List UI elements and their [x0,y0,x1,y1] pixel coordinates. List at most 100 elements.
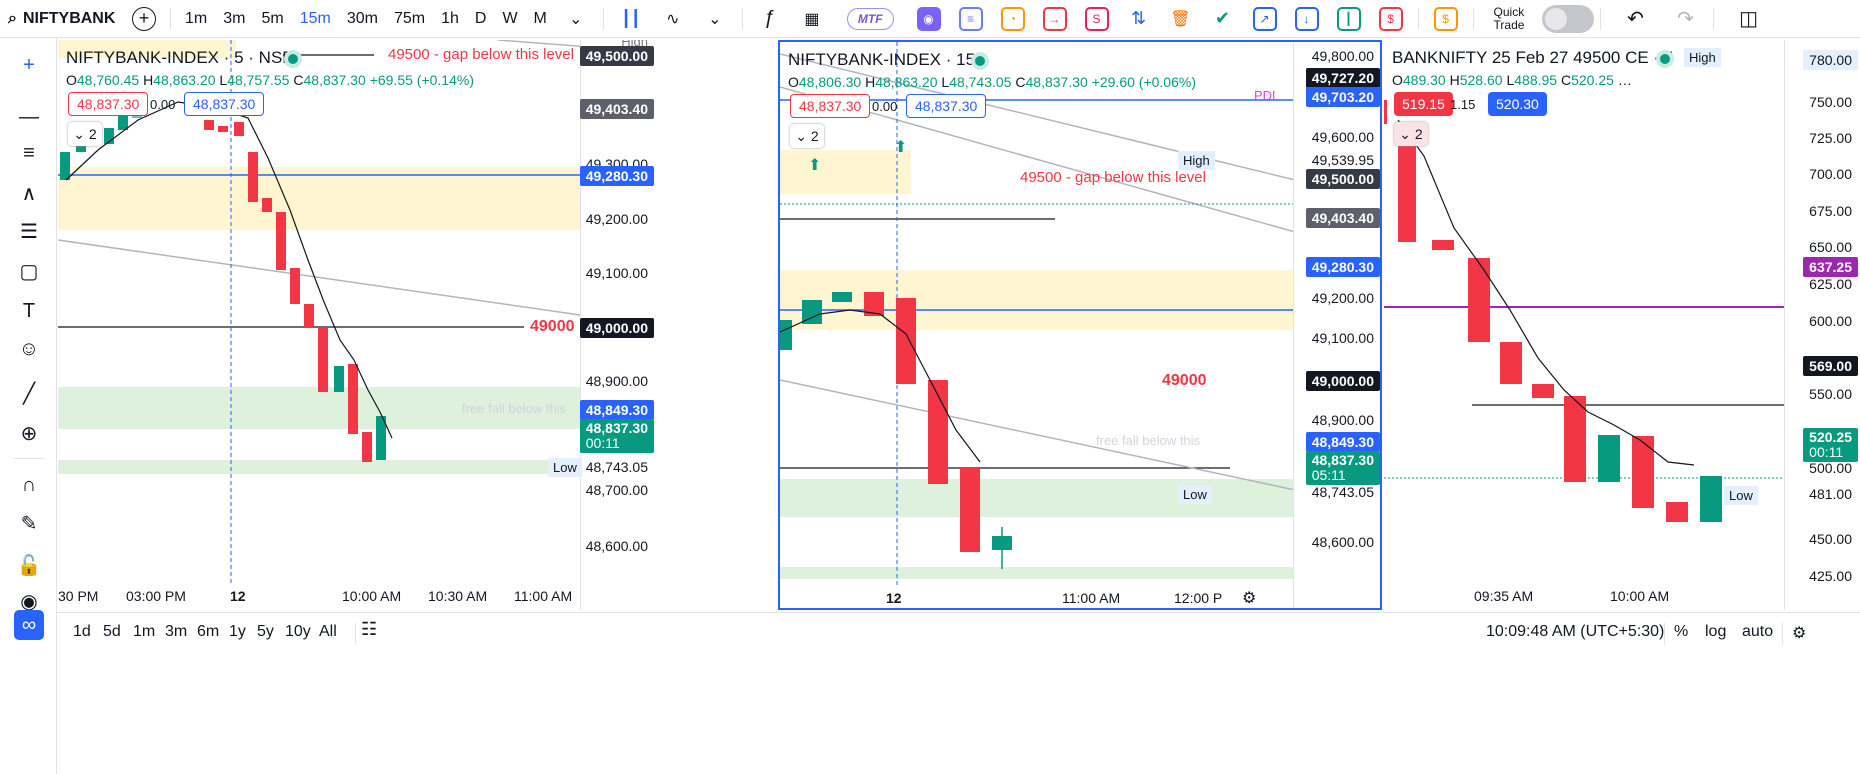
emoji-icon[interactable]: ☺ [14,334,44,364]
sell-button[interactable]: 48,837.30 [790,94,871,118]
magnet-icon[interactable]: ∩ [14,470,44,500]
settings-gear-icon[interactable]: ⚙ [1792,623,1806,643]
chevron-down-icon[interactable]: ⌄ [702,6,728,32]
templates-icon[interactable]: ▦ [799,6,825,32]
chart-pane-right[interactable]: BANKNIFTY 25 Feb 27 49500 CE · 5 High O4… [1384,40,1860,610]
range-6m[interactable]: 6m [197,623,219,641]
tf-m[interactable]: M [526,10,555,28]
legend-title-middle[interactable]: NIFTYBANK-INDEX · 15 [788,50,975,70]
exit-icon[interactable]: → [1042,6,1067,31]
pencil-lock-icon[interactable]: ✎ [14,508,44,538]
range-all[interactable]: All [319,623,337,641]
sell-button[interactable]: 48,837.30 [68,92,149,116]
price-axis-right[interactable]: 780.00 750.00 725.00 700.00 675.00 650.0… [1784,40,1860,610]
percent-button[interactable]: % [1674,623,1688,641]
sort-icon[interactable]: ⇅ [1126,6,1151,31]
trend-line-icon[interactable]: — [14,102,44,132]
chevron-down-icon[interactable]: ⌄ [563,6,589,32]
price-axis-middle[interactable]: 49,800.00 49,727.20 49,703.20 49,600.00 … [1293,42,1380,608]
collapse-indicators-button[interactable]: ⌄ 2 [68,122,102,146]
last-price-tag: 48,837.30 00:11 [579,419,654,453]
tf-3m[interactable]: 3m [215,10,253,28]
ytick: 425.00 [1809,568,1852,584]
range-5d[interactable]: 5d [103,623,121,641]
buy-button[interactable]: 48,837.30 [184,92,265,116]
divider [1417,7,1419,30]
divider [1599,7,1601,30]
log-button[interactable]: log [1705,623,1726,641]
price-tag: 49,500.00 [579,46,654,66]
rectangle-icon[interactable]: ▢ [14,256,44,286]
sell-button[interactable]: 519.15 [1394,92,1453,116]
bar-chart-icon[interactable]: ┃ [1336,6,1361,31]
divider [1712,7,1714,30]
undo-icon[interactable]: ↶ [1623,6,1649,32]
range-10y[interactable]: 10y [285,623,311,641]
calendar-icon[interactable]: ☷ [361,619,377,640]
download-icon[interactable]: ↓ [1294,6,1319,31]
tf-w[interactable]: W [494,10,525,28]
add-symbol-button[interactable]: + [132,6,156,31]
ticket-icon[interactable]: $ [1433,6,1458,31]
svg-text:⬆: ⬆ [894,139,907,156]
app-blue-icon[interactable]: ≡ [958,6,983,31]
crosshair-icon[interactable]: + [14,50,44,80]
text-icon[interactable]: T [14,296,44,326]
pattern-icon[interactable]: ∧ [14,178,44,208]
xtick: 10:30 AM [428,588,488,604]
chart-pane-left[interactable]: NIFTYBANK-INDEX · 5 · NSE O48,760.45 H48… [58,40,656,610]
spread-value: 0.00 [150,97,176,112]
chart-pane-middle[interactable]: ⬆ ⬆ NIFTYBANK-INDEX · 15 O48,806.30 H48,… [778,40,1382,610]
range-1d[interactable]: 1d [73,623,91,641]
app-orange-icon[interactable]: ◔ [1000,6,1025,31]
ytick: 48,900.00 [585,373,648,389]
collapse-indicators-button[interactable]: ⌄ 2 [1394,122,1428,146]
alert-icon[interactable]: $ [1378,6,1403,31]
symbol-search[interactable]: ⌕ NIFTYBANK [0,10,128,28]
app-pink-icon[interactable]: S [1084,6,1109,31]
tf-15m[interactable]: 15m [292,10,339,28]
line-chart-icon[interactable]: ∿ [660,6,686,32]
zoom-icon[interactable]: ⊕ [14,418,44,448]
tf-5m[interactable]: 5m [253,10,291,28]
expand-icon[interactable]: ↗ [1252,6,1277,31]
basket-icon[interactable]: 🗑 [1168,6,1193,31]
ytick: 48,600.00 [1311,534,1374,550]
horizontal-lines-icon[interactable]: ≡ [14,138,44,168]
buy-button[interactable]: 48,837.30 [906,94,987,118]
shield-icon[interactable]: ✔ [1210,6,1235,31]
price-axis-left[interactable]: High 49,500.00 49,403.40 49,300.00 49,28… [579,40,656,610]
mtf-button[interactable]: MTF [846,7,894,30]
fib-icon[interactable]: ☰ [14,216,44,246]
tf-d[interactable]: D [467,10,495,28]
legend-title-right[interactable]: BANKNIFTY 25 Feb 27 49500 CE · 5 [1392,48,1673,68]
collapse-indicators-button[interactable]: ⌄ 2 [790,124,824,148]
high-label: High [1178,151,1215,170]
ruler-icon[interactable]: ╱ [14,378,44,408]
layout-icon[interactable]: ◫ [1736,6,1762,32]
price-tag: 49,403.40 [579,99,654,119]
tf-30m[interactable]: 30m [339,10,386,28]
settings-gear-icon[interactable]: ⚙ [1242,588,1256,608]
range-1y[interactable]: 1y [229,623,246,641]
xtick: 10:00 AM [1610,588,1670,604]
tf-1h[interactable]: 1h [433,10,467,28]
lock-icon[interactable]: 🔓 [14,550,44,580]
link-icon[interactable]: ∞ [14,610,44,640]
clock[interactable]: 10:09:48 AM (UTC+5:30) [1486,623,1664,641]
range-5y[interactable]: 5y [257,623,274,641]
tf-1m[interactable]: 1m [177,10,215,28]
auto-button[interactable]: auto [1742,623,1773,641]
label-freefall: free fall below this [1096,433,1201,448]
range-3m[interactable]: 3m [165,623,187,641]
app-purple-icon[interactable]: ◉ [916,6,941,31]
symbol-name: NIFTYBANK [22,9,116,27]
redo-icon[interactable]: ↷ [1673,6,1699,32]
quick-trade-toggle[interactable] [1541,4,1594,33]
candles-icon[interactable]: ┃┃ [618,6,644,32]
tf-75m[interactable]: 75m [386,10,433,28]
buy-button[interactable]: 520.30 [1488,92,1547,116]
legend-title-left[interactable]: NIFTYBANK-INDEX · 5 · NSE [66,48,294,68]
range-1m[interactable]: 1m [133,623,155,641]
indicators-icon[interactable]: ƒ [757,6,783,32]
